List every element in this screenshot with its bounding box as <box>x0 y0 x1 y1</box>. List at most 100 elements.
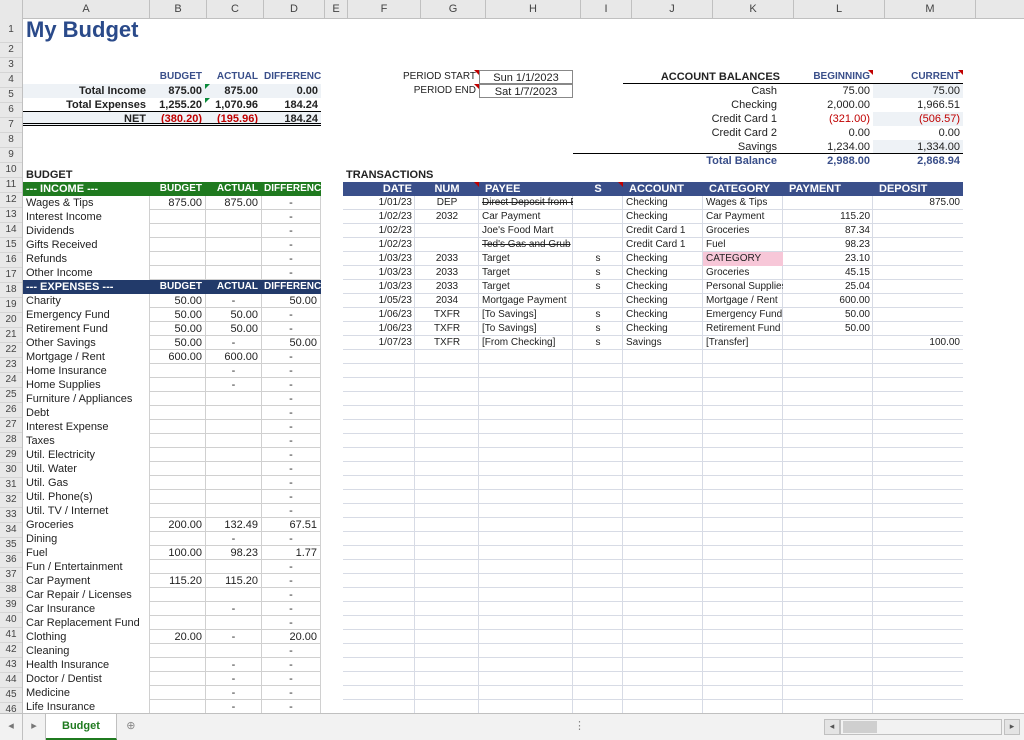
expense-budget-29[interactable] <box>149 700 205 714</box>
tx-deposit-3[interactable] <box>873 238 963 252</box>
period-end-value[interactable]: Sat 1/7/2023 <box>479 84 573 98</box>
tx-empty-cell[interactable] <box>703 574 783 588</box>
tx-empty-cell[interactable] <box>873 378 963 392</box>
tx-empty-cell[interactable] <box>873 560 963 574</box>
tx-empty-cell[interactable] <box>343 476 415 490</box>
tx-date-0[interactable]: 1/01/23 <box>343 196 415 210</box>
expense-budget-4[interactable]: 600.00 <box>149 350 205 364</box>
col-header-K[interactable]: K <box>713 0 794 18</box>
tx-empty-cell[interactable] <box>873 392 963 406</box>
tx-empty-cell[interactable] <box>343 532 415 546</box>
tx-num-1[interactable]: 2032 <box>415 210 479 224</box>
expense-actual-21[interactable] <box>205 588 261 602</box>
row-header-45[interactable]: 45 <box>0 688 22 703</box>
col-header-C[interactable]: C <box>207 0 264 18</box>
tx-empty-cell[interactable] <box>343 448 415 462</box>
tx-empty-cell[interactable] <box>703 672 783 686</box>
tx-empty-cell[interactable] <box>415 406 479 420</box>
tx-empty-cell[interactable] <box>573 350 623 364</box>
tx-empty-cell[interactable] <box>479 350 573 364</box>
row-header-21[interactable]: 21 <box>0 328 22 343</box>
tx-empty-cell[interactable] <box>873 420 963 434</box>
expense-actual-28[interactable]: - <box>205 686 261 700</box>
tx-empty-cell[interactable] <box>873 462 963 476</box>
tx-empty-cell[interactable] <box>573 518 623 532</box>
tx-category-0[interactable]: Wages & Tips <box>703 196 783 210</box>
tx-deposit-2[interactable] <box>873 224 963 238</box>
tx-empty-cell[interactable] <box>703 630 783 644</box>
expense-budget-16[interactable]: 200.00 <box>149 518 205 532</box>
income-name-1[interactable]: Interest Income <box>23 210 149 224</box>
expense-actual-19[interactable] <box>205 560 261 574</box>
row-header-25[interactable]: 25 <box>0 388 22 403</box>
sheet-grid[interactable]: My BudgetBUDGETACTUALDIFFERENCETotal Inc… <box>23 18 1024 714</box>
row-header-18[interactable]: 18 <box>0 283 22 298</box>
expense-name-26[interactable]: Health Insurance <box>23 658 149 672</box>
tx-empty-cell[interactable] <box>343 364 415 378</box>
tx-date-3[interactable]: 1/02/23 <box>343 238 415 252</box>
tx-empty-cell[interactable] <box>703 406 783 420</box>
income-actual-4[interactable] <box>205 252 261 266</box>
tx-empty-cell[interactable] <box>573 588 623 602</box>
tx-empty-cell[interactable] <box>479 434 573 448</box>
tx-account-6[interactable]: Checking <box>623 280 703 294</box>
tx-empty-cell[interactable] <box>415 364 479 378</box>
tx-empty-cell[interactable] <box>573 490 623 504</box>
expense-name-13[interactable]: Util. Gas <box>23 476 149 490</box>
tx-date-2[interactable]: 1/02/23 <box>343 224 415 238</box>
tx-empty-cell[interactable] <box>703 504 783 518</box>
tx-empty-cell[interactable] <box>343 490 415 504</box>
account-beg-3[interactable]: 0.00 <box>783 126 873 140</box>
tx-empty-cell[interactable] <box>783 378 873 392</box>
tx-empty-cell[interactable] <box>873 504 963 518</box>
expense-actual-2[interactable]: 50.00 <box>205 322 261 336</box>
tx-empty-cell[interactable] <box>783 616 873 630</box>
tx-empty-cell[interactable] <box>873 630 963 644</box>
expense-name-3[interactable]: Other Savings <box>23 336 149 350</box>
expense-budget-12[interactable] <box>149 462 205 476</box>
tx-empty-cell[interactable] <box>703 490 783 504</box>
tab-nav-prev-icon[interactable]: ◂ <box>0 714 23 740</box>
tx-empty-cell[interactable] <box>783 700 873 714</box>
expense-actual-3[interactable]: - <box>205 336 261 350</box>
expense-name-1[interactable]: Emergency Fund <box>23 308 149 322</box>
tx-empty-cell[interactable] <box>783 448 873 462</box>
tx-date-7[interactable]: 1/05/23 <box>343 294 415 308</box>
tx-empty-cell[interactable] <box>623 504 703 518</box>
account-name-1[interactable]: Checking <box>623 98 783 112</box>
income-budget-2[interactable] <box>149 224 205 238</box>
expense-actual-16[interactable]: 132.49 <box>205 518 261 532</box>
expense-name-16[interactable]: Groceries <box>23 518 149 532</box>
tx-payee-7[interactable]: Mortgage Payment <box>479 294 573 308</box>
tx-payee-5[interactable]: Target <box>479 266 573 280</box>
tx-s-9[interactable]: s <box>573 322 623 336</box>
expense-actual-1[interactable]: 50.00 <box>205 308 261 322</box>
tx-account-7[interactable]: Checking <box>623 294 703 308</box>
tx-empty-cell[interactable] <box>415 644 479 658</box>
tx-num-10[interactable]: TXFR <box>415 336 479 350</box>
tx-payee-9[interactable]: [To Savings] <box>479 322 573 336</box>
row-header-20[interactable]: 20 <box>0 313 22 328</box>
tx-empty-cell[interactable] <box>479 462 573 476</box>
expense-budget-19[interactable] <box>149 560 205 574</box>
expense-name-21[interactable]: Car Repair / Licenses <box>23 588 149 602</box>
expense-actual-27[interactable]: - <box>205 672 261 686</box>
tx-account-4[interactable]: Checking <box>623 252 703 266</box>
expense-actual-14[interactable] <box>205 490 261 504</box>
row-header-34[interactable]: 34 <box>0 523 22 538</box>
tx-empty-cell[interactable] <box>415 574 479 588</box>
tx-empty-cell[interactable] <box>623 490 703 504</box>
tx-empty-cell[interactable] <box>573 672 623 686</box>
row-header-42[interactable]: 42 <box>0 643 22 658</box>
tx-empty-cell[interactable] <box>783 658 873 672</box>
expense-name-18[interactable]: Fuel <box>23 546 149 560</box>
row-header-40[interactable]: 40 <box>0 613 22 628</box>
tx-deposit-6[interactable] <box>873 280 963 294</box>
row-header-41[interactable]: 41 <box>0 628 22 643</box>
expense-actual-15[interactable] <box>205 504 261 518</box>
tx-num-6[interactable]: 2033 <box>415 280 479 294</box>
col-header-J[interactable]: J <box>632 0 713 18</box>
tx-empty-cell[interactable] <box>573 504 623 518</box>
tx-empty-cell[interactable] <box>873 350 963 364</box>
tx-empty-cell[interactable] <box>703 350 783 364</box>
